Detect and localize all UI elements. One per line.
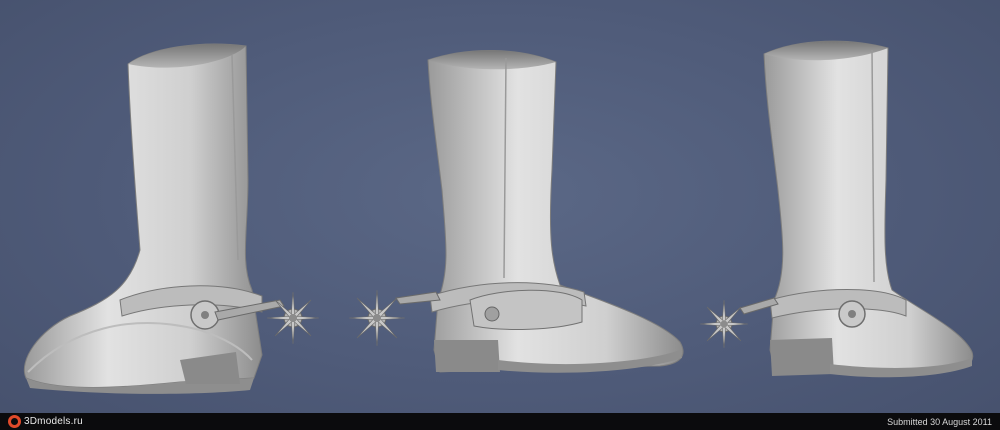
logo-icon [8, 415, 21, 428]
boot-view-center [348, 50, 684, 373]
boot-render [23, 40, 974, 394]
spur-rowel-left [266, 291, 320, 345]
submitted-date: Submitted 30 August 2011 [887, 416, 992, 427]
footer-bar: 3Dmodels.ru Submitted 30 August 2011 [0, 413, 1000, 430]
boot-view-right [699, 40, 974, 378]
boot-view-left [23, 43, 320, 394]
site-logo[interactable]: 3Dmodels.ru [8, 415, 83, 428]
heel-right [770, 338, 834, 376]
heel-center [434, 340, 500, 372]
spur-rowel-center [348, 289, 406, 347]
spur-rowel-right [699, 299, 749, 349]
render-viewport: 3Dmodels.ru Submitted 30 August 2011 [0, 0, 1000, 430]
logo-text: 3Dmodels.ru [24, 416, 83, 427]
